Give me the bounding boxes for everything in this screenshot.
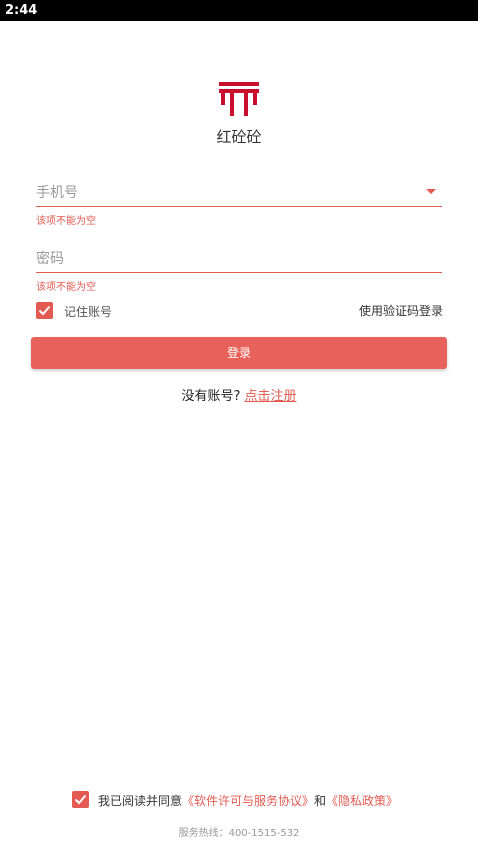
agreement-line: 我已阅读并同意《软件许可与服务协议》和《隐私政策》 bbox=[98, 792, 398, 809]
register-prompt: 没有账号? bbox=[181, 389, 241, 404]
password-field[interactable]: 密码 bbox=[36, 242, 442, 273]
password-placeholder: 密码 bbox=[36, 251, 64, 267]
phone-error-text: 该项不能为空 bbox=[36, 216, 96, 227]
remember-label[interactable]: 记住账号 bbox=[64, 303, 112, 320]
agreement-prefix: 我已阅读并同意 bbox=[98, 794, 183, 808]
status-bar: 2:44 bbox=[0, 0, 478, 21]
sms-login-link[interactable]: 使用验证码登录 bbox=[359, 302, 443, 319]
app-name: 红砼砼 bbox=[216, 128, 262, 146]
app-logo-icon bbox=[219, 82, 259, 116]
agreement-conjunction: 和 bbox=[314, 794, 327, 808]
register-link[interactable]: 点击注册 bbox=[245, 389, 297, 404]
status-time: 2:44 bbox=[5, 3, 38, 18]
privacy-policy-link[interactable]: 《隐私政策》 bbox=[326, 794, 398, 808]
remember-checkbox[interactable] bbox=[36, 302, 53, 319]
license-agreement-link[interactable]: 《软件许可与服务协议》 bbox=[182, 794, 314, 808]
phone-placeholder: 手机号 bbox=[36, 185, 78, 201]
register-line: 没有账号? 点击注册 bbox=[0, 385, 478, 404]
password-error-text: 该项不能为空 bbox=[36, 282, 96, 293]
caret-down-icon[interactable] bbox=[426, 189, 436, 194]
service-hotline: 服务热线：400-1515-532 bbox=[178, 828, 300, 839]
checkmark-icon bbox=[38, 305, 51, 316]
agreement-checkbox[interactable] bbox=[72, 791, 89, 808]
login-button[interactable]: 登录 bbox=[31, 337, 447, 369]
phone-field[interactable]: 手机号 bbox=[36, 176, 442, 207]
checkmark-icon bbox=[74, 794, 87, 805]
